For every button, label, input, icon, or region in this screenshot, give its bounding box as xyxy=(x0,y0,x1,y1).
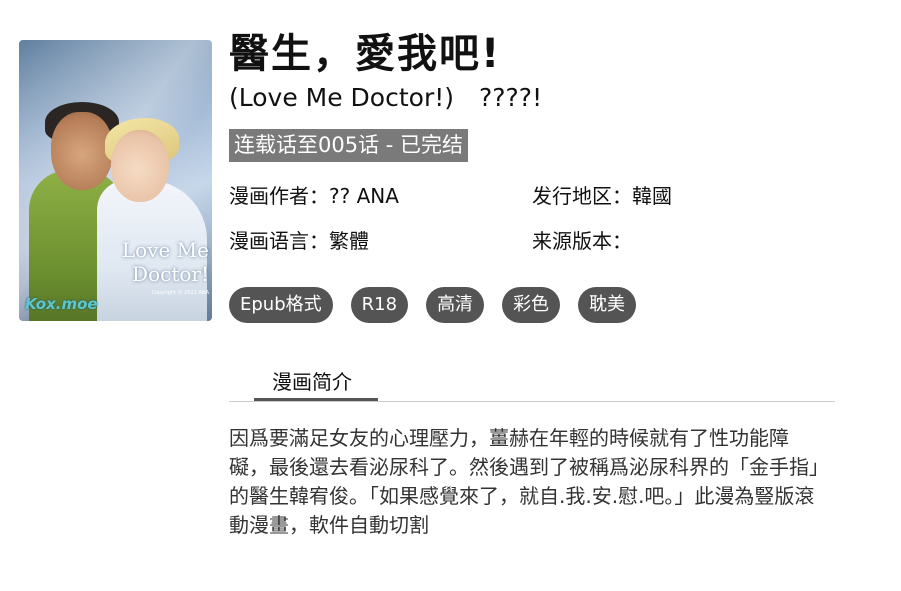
cover-logo: Kox.moe xyxy=(25,295,98,313)
cover-image[interactable]: Love Me Doctor! Copyright © 2021 ANA Kox… xyxy=(19,40,212,321)
status-badge: 连载话至005话 - 已完结 xyxy=(229,129,469,162)
cover-credit-text: Copyright © 2021 ANA xyxy=(151,290,209,296)
tab-synopsis[interactable]: 漫画简介 xyxy=(272,368,352,396)
region-info: 发行地区：韓國 xyxy=(532,184,672,208)
tab-divider xyxy=(229,401,835,402)
tag-epub[interactable]: Epub格式 xyxy=(229,287,333,323)
tag-hd[interactable]: 高清 xyxy=(426,287,485,323)
tag-r18[interactable]: R18 xyxy=(350,287,409,323)
synopsis-text: 因爲要滿足女友的心理壓力，薑赫在年輕的時候就有了性功能障礙，最後還去看泌尿科了。… xyxy=(229,426,819,537)
language-info: 漫画语言：繁體 xyxy=(229,229,369,253)
source-info: 来源版本： xyxy=(532,229,632,253)
cover-title-text: Love Me Doctor! xyxy=(121,238,209,286)
cover-figure-right-head xyxy=(111,130,169,202)
comic-subtitle: (Love Me Doctor!) ????! xyxy=(229,83,543,112)
comic-detail-page: Love Me Doctor! Copyright © 2021 ANA Kox… xyxy=(0,0,901,591)
author-info: 漫画作者：?? ANA xyxy=(229,184,399,208)
tag-list: Epub格式 R18 高清 彩色 耽美 xyxy=(229,287,637,323)
comic-title: 醫生，愛我吧! xyxy=(229,31,502,77)
tag-bl[interactable]: 耽美 xyxy=(578,287,637,323)
tag-color[interactable]: 彩色 xyxy=(502,287,561,323)
cover-figure-left-head xyxy=(51,112,113,190)
